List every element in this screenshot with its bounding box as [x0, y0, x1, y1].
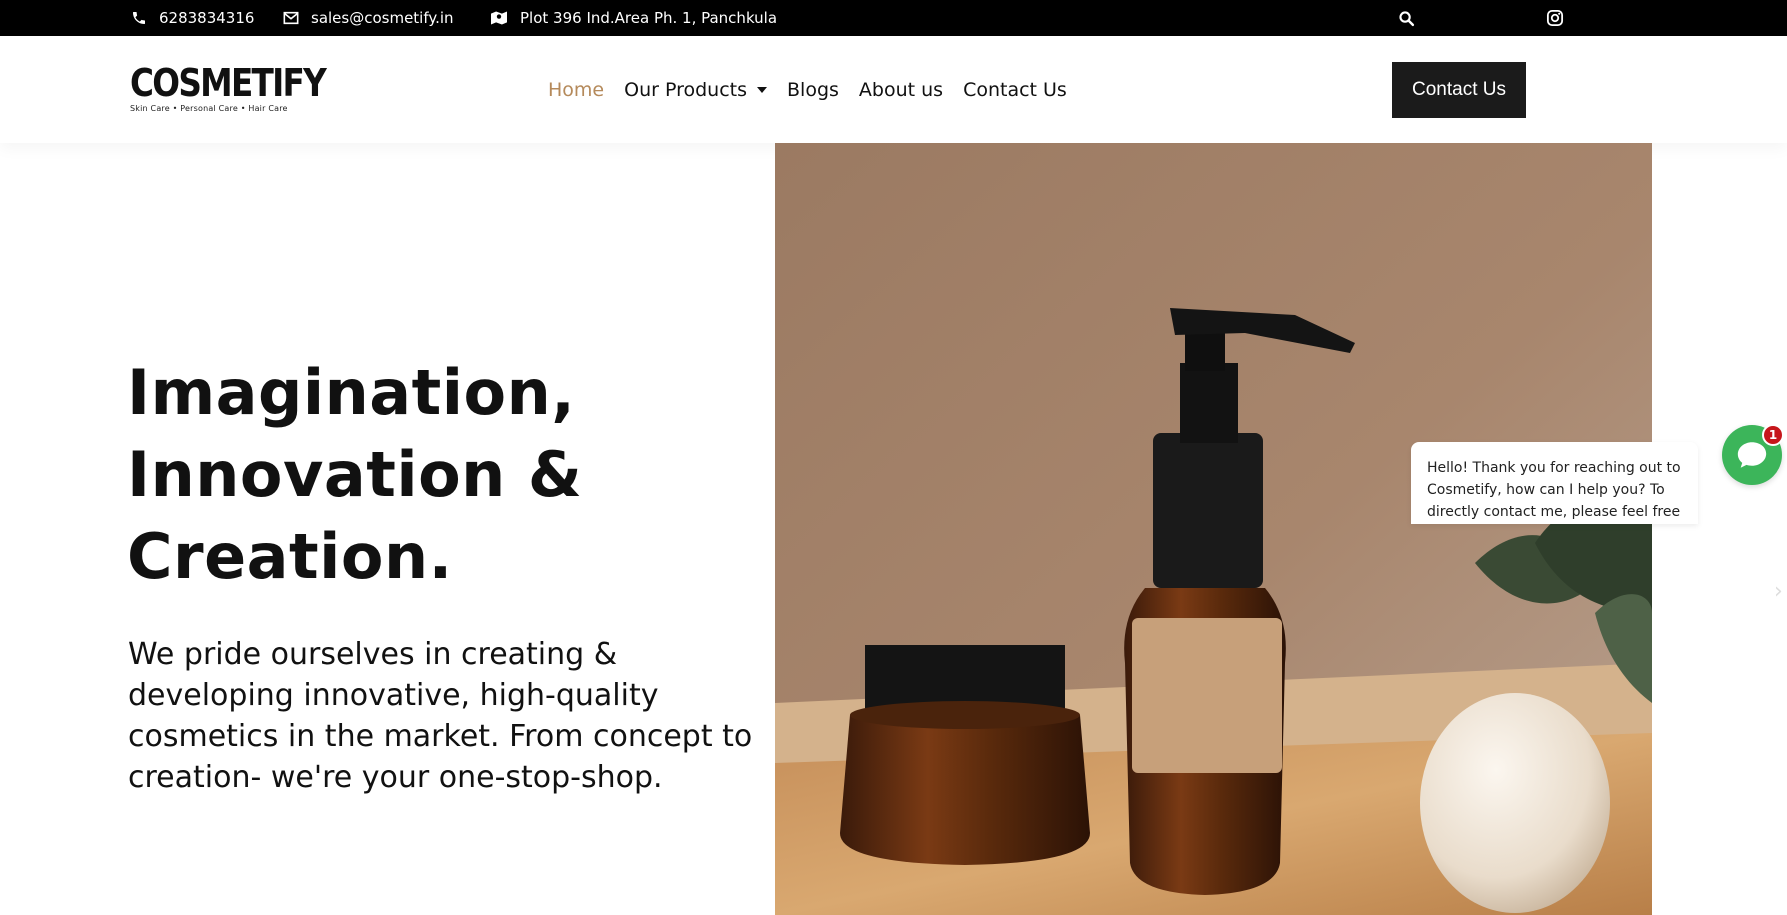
- product-illustration: [775, 143, 1652, 915]
- main-nav: Home Our Products Blogs About us Contact…: [548, 36, 1067, 143]
- nav-blogs-label: Blogs: [787, 78, 839, 101]
- chat-message-text: Hello! Thank you for reaching out to Cos…: [1427, 460, 1681, 520]
- logo-text: COSMETIFY: [130, 61, 327, 105]
- chat-message-bubble[interactable]: Hello! Thank you for reaching out to Cos…: [1411, 442, 1698, 524]
- nav-about-us-label: About us: [858, 78, 944, 101]
- phone-icon[interactable]: [1465, 0, 1489, 36]
- top-bar: 6283834316 sales@cosmetify.in Plot 396 I…: [0, 0, 1787, 36]
- hero-title: Imagination, Innovation & Creation.: [127, 352, 727, 598]
- instagram-icon[interactable]: [1543, 0, 1567, 36]
- contact-us-button[interactable]: Contact Us: [1392, 62, 1526, 118]
- nav-contact-us[interactable]: Contact Us: [963, 79, 1067, 101]
- map-icon: [491, 11, 507, 25]
- nav-our-products-label: Our Products: [624, 78, 747, 101]
- logo-tagline: Skin Care • Personal Care • Hair Care: [130, 104, 288, 113]
- topbar-phone-text: 6283834316: [159, 9, 255, 27]
- topbar-email[interactable]: sales@cosmetify.in: [283, 0, 454, 36]
- search-icon[interactable]: [1394, 0, 1418, 36]
- nav-our-products[interactable]: Our Products: [624, 79, 767, 101]
- chat-bubble-icon: [1737, 442, 1767, 468]
- chat-notification-badge: 1: [1762, 424, 1784, 446]
- phone-icon: [133, 12, 145, 24]
- nav-contact-us-label: Contact Us: [963, 78, 1067, 101]
- topbar-phone[interactable]: 6283834316: [131, 0, 254, 36]
- logo[interactable]: COSMETIFY Skin Care • Personal Care • Ha…: [130, 61, 327, 113]
- hero-title-line2: Innovation &: [127, 438, 583, 511]
- nav-about-us[interactable]: About us: [859, 79, 943, 101]
- topbar-email-text: sales@cosmetify.in: [311, 9, 454, 27]
- topbar-address[interactable]: Plot 396 Ind.Area Ph. 1, Panchkula: [490, 0, 777, 36]
- envelope-icon: [283, 11, 299, 25]
- nav-blogs[interactable]: Blogs: [787, 79, 839, 101]
- facebook-icon[interactable]: [1504, 0, 1528, 36]
- hero-title-line3: Creation.: [127, 520, 453, 593]
- hero-description: We pride ourselves in creating & develop…: [128, 637, 753, 795]
- chevron-right-icon[interactable]: ›: [1774, 580, 1787, 604]
- caret-down-icon: [757, 86, 767, 93]
- hero-product-image: [775, 143, 1652, 915]
- nav-home[interactable]: Home: [548, 79, 604, 101]
- hero-title-line1: Imagination,: [127, 356, 576, 429]
- nav-home-label: Home: [548, 78, 605, 101]
- topbar-address-text: Plot 396 Ind.Area Ph. 1, Panchkula: [520, 9, 778, 27]
